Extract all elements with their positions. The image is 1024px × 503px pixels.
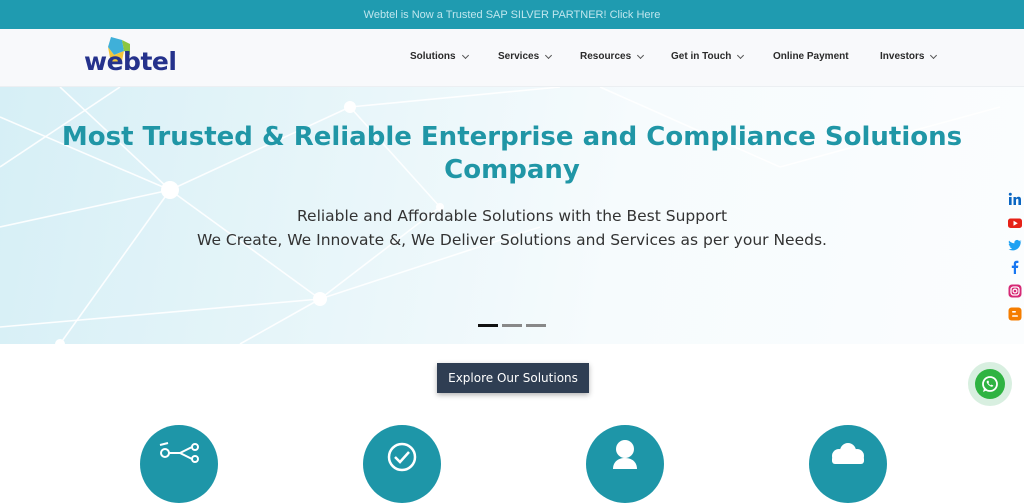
nav-services-label: Services bbox=[498, 51, 540, 62]
webtel-logo[interactable]: webtel bbox=[84, 35, 177, 79]
nav-investors-label: Investors bbox=[880, 51, 925, 62]
hero-title-line-2: Company bbox=[444, 155, 580, 185]
linkedin-icon[interactable] bbox=[1008, 192, 1022, 206]
chevron-down-icon bbox=[545, 51, 553, 59]
logo-text: webtel bbox=[84, 47, 177, 76]
carousel-dot-3[interactable] bbox=[526, 324, 546, 327]
nav-online-payment[interactable]: Online Payment bbox=[773, 51, 849, 62]
checkmark-icon bbox=[387, 442, 417, 472]
cloud-icon bbox=[832, 443, 864, 464]
chevron-down-icon bbox=[637, 51, 645, 59]
explore-solutions-button[interactable]: Explore Our Solutions bbox=[437, 363, 589, 393]
nav-get-in-touch-label: Get in Touch bbox=[671, 51, 732, 62]
nav-investors[interactable]: Investors bbox=[880, 51, 938, 62]
feature-quality[interactable] bbox=[363, 425, 441, 503]
nav-resources[interactable]: Resources bbox=[580, 51, 645, 62]
announcement-bar[interactable]: Webtel is Now a Trusted SAP SILVER PARTN… bbox=[0, 0, 1024, 29]
announcement-text[interactable]: Webtel is Now a Trusted SAP SILVER PARTN… bbox=[364, 9, 661, 21]
integration-icon bbox=[159, 442, 199, 463]
feature-user[interactable] bbox=[586, 425, 664, 503]
nav-services[interactable]: Services bbox=[498, 51, 553, 62]
top-navbar: webtel Solutions Services Resources Get … bbox=[0, 29, 1024, 87]
nav-online-payment-label: Online Payment bbox=[773, 51, 849, 62]
youtube-icon[interactable] bbox=[1008, 216, 1022, 230]
instagram-icon[interactable] bbox=[1008, 284, 1022, 298]
carousel-dot-1[interactable] bbox=[478, 324, 498, 327]
facebook-icon[interactable] bbox=[1008, 260, 1022, 274]
carousel-dot-2[interactable] bbox=[502, 324, 522, 327]
twitter-icon[interactable] bbox=[1008, 238, 1022, 252]
feature-integration[interactable] bbox=[140, 425, 218, 503]
hero-title-line-1: Most Trusted & Reliable Enterprise and C… bbox=[61, 122, 963, 152]
chevron-down-icon bbox=[461, 51, 469, 59]
nav-solutions-label: Solutions bbox=[410, 51, 456, 62]
hero-subtitle-2: We Create, We Innovate &, We Deliver Sol… bbox=[197, 231, 827, 249]
feature-cloud[interactable] bbox=[809, 425, 887, 503]
chevron-down-icon bbox=[930, 51, 938, 59]
user-icon bbox=[613, 440, 637, 469]
hero-title: Most Trusted & Reliable Enterprise and C… bbox=[60, 121, 964, 187]
blogger-icon[interactable] bbox=[1008, 307, 1022, 321]
whatsapp-icon bbox=[975, 369, 1005, 399]
whatsapp-chat-button[interactable] bbox=[968, 362, 1012, 406]
chevron-down-icon bbox=[737, 51, 745, 59]
nav-get-in-touch[interactable]: Get in Touch bbox=[671, 51, 745, 62]
nav-solutions[interactable]: Solutions bbox=[410, 51, 469, 62]
hero-subtitle-1: Reliable and Affordable Solutions with t… bbox=[296, 207, 728, 225]
carousel-indicators bbox=[478, 324, 546, 327]
nav-resources-label: Resources bbox=[580, 51, 632, 62]
hero-carousel: Most Trusted & Reliable Enterprise and C… bbox=[0, 87, 1024, 344]
